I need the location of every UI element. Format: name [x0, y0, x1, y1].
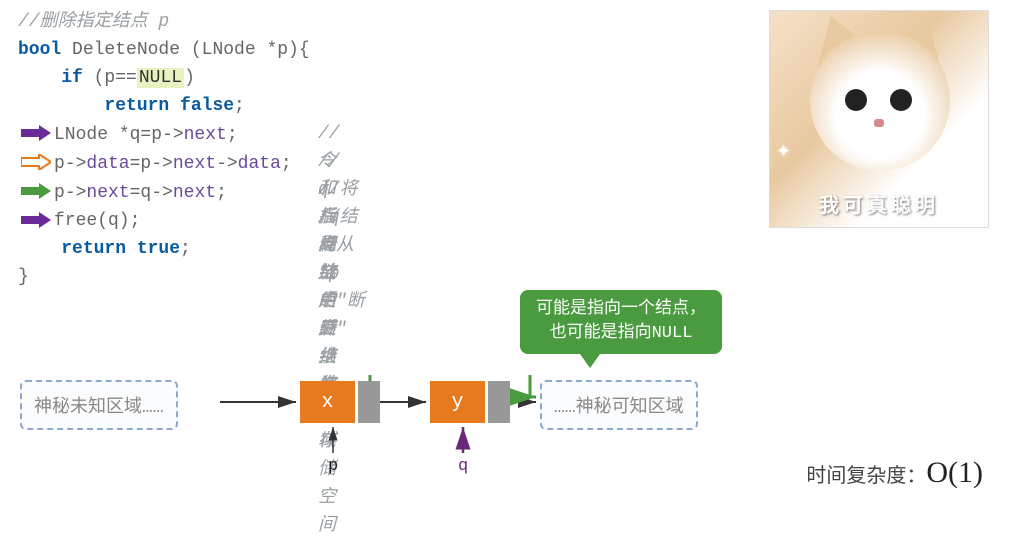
- arrow-hollow-orange-icon: [21, 154, 51, 170]
- cat-caption: 我可真聪明: [819, 189, 939, 219]
- code-line-swap-data: p->data=p->next->data;: [18, 149, 310, 178]
- code-block: //删除指定结点 p bool DeleteNode (LNode *p){ i…: [18, 8, 310, 291]
- code-line-close: }: [18, 263, 310, 291]
- diagram-node-x: x: [300, 381, 380, 423]
- side-comment-4: //释放后继结点的存储空间: [318, 204, 340, 540]
- arrow-solid-purple-icon: [21, 125, 51, 141]
- complexity-label: 时间复杂度：: [806, 466, 926, 489]
- speech-bubble: 可能是指向一个结点， 也可能是指向NULL: [520, 290, 722, 354]
- null-literal: NULL: [137, 68, 184, 88]
- arrow-solid-purple-icon: [21, 212, 51, 228]
- node-x-ptr: [358, 381, 380, 423]
- node-x-data: x: [300, 381, 358, 423]
- complexity-value: O(1): [926, 456, 983, 489]
- code-line-func: bool DeleteNode (LNode *p){: [18, 36, 310, 64]
- code-line-p-next: p->next=q->next;: [18, 178, 310, 207]
- bubble-line-2: 也可能是指向NULL: [536, 322, 706, 346]
- diagram-left-region: 神秘未知区域……: [20, 380, 178, 430]
- time-complexity: 时间复杂度：O(1): [806, 456, 983, 490]
- code-line-q-decl: LNode *q=p->next;: [18, 120, 310, 149]
- cat-meme-image: ✦ ✦ 我可真聪明: [769, 10, 989, 228]
- pointer-label-p: p: [328, 457, 338, 476]
- linked-list-diagram: 神秘未知区域…… x y ……神秘可知区域 p q: [20, 375, 740, 465]
- code-line-return-false: return false;: [18, 92, 310, 120]
- code-line-return-true: return true;: [18, 235, 310, 263]
- diagram-node-y: y: [430, 381, 510, 423]
- code-comment-header: //删除指定结点 p: [18, 12, 169, 32]
- bubble-line-1: 可能是指向一个结点，: [536, 298, 706, 322]
- pointer-label-q: q: [458, 457, 468, 476]
- node-y-ptr: [488, 381, 510, 423]
- arrow-solid-green-icon: [21, 183, 51, 199]
- code-line-if: if (p==NULL): [18, 64, 310, 92]
- diagram-right-region: ……神秘可知区域: [540, 380, 698, 430]
- node-y-data: y: [430, 381, 488, 423]
- code-line-free: free(q);: [18, 206, 310, 235]
